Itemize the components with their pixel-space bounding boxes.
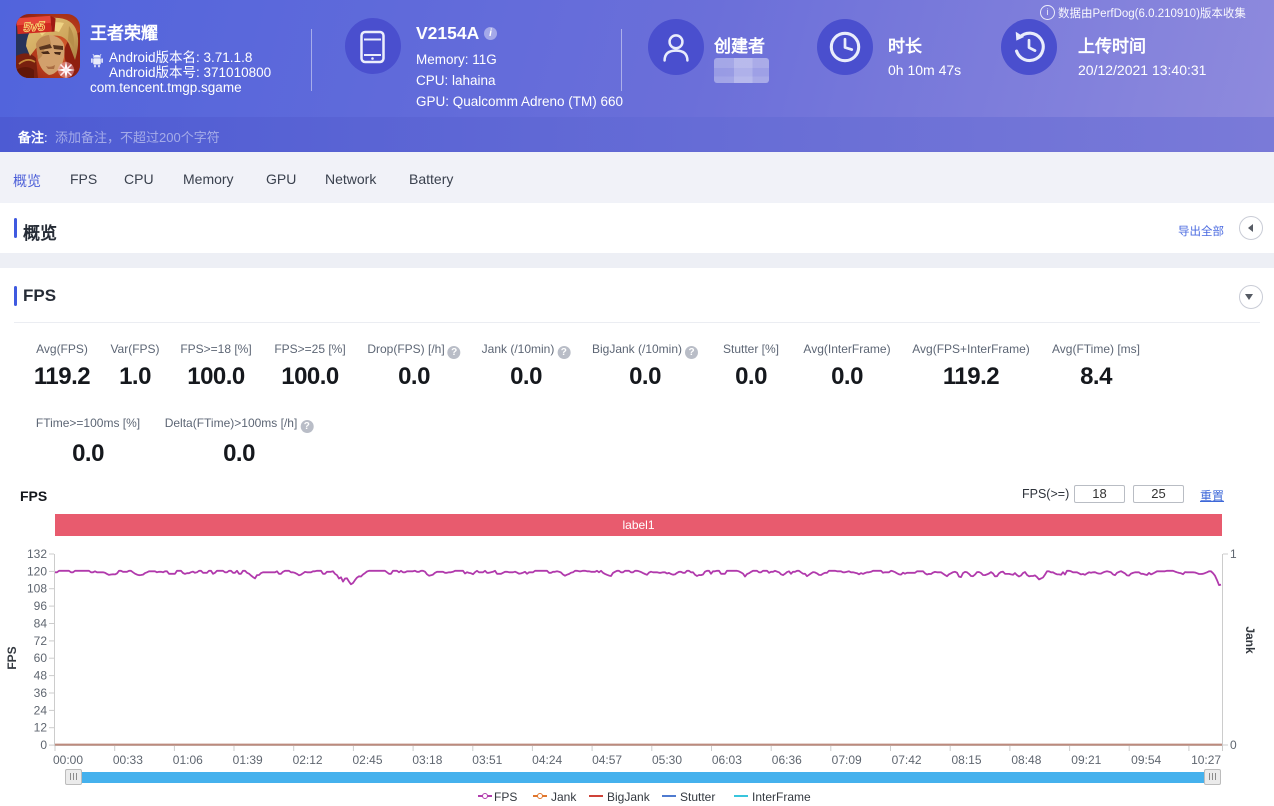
svg-text:09:54: 09:54 — [1131, 753, 1161, 767]
svg-text:04:24: 04:24 — [532, 753, 562, 767]
svg-text:48: 48 — [34, 669, 48, 683]
svg-text:03:18: 03:18 — [412, 753, 442, 767]
svg-text:07:42: 07:42 — [892, 753, 922, 767]
svg-text:08:15: 08:15 — [951, 753, 981, 767]
svg-text:1: 1 — [1230, 547, 1237, 561]
svg-text:72: 72 — [34, 634, 48, 648]
svg-text:FPS: FPS — [5, 646, 19, 669]
svg-text:120: 120 — [27, 564, 47, 578]
svg-text:02:12: 02:12 — [293, 753, 323, 767]
svg-text:84: 84 — [34, 617, 48, 631]
svg-text:01:39: 01:39 — [233, 753, 263, 767]
svg-text:06:03: 06:03 — [712, 753, 742, 767]
svg-text:108: 108 — [27, 582, 47, 596]
svg-text:5v5: 5v5 — [23, 18, 46, 35]
svg-text:05:30: 05:30 — [652, 753, 682, 767]
svg-text:02:45: 02:45 — [352, 753, 382, 767]
svg-text:06:36: 06:36 — [772, 753, 802, 767]
svg-text:60: 60 — [34, 651, 48, 665]
svg-text:01:06: 01:06 — [173, 753, 203, 767]
svg-text:24: 24 — [34, 703, 48, 717]
svg-text:Jank: Jank — [1243, 626, 1257, 654]
svg-text:10:27: 10:27 — [1191, 753, 1221, 767]
svg-text:09:21: 09:21 — [1071, 753, 1101, 767]
svg-text:00:33: 00:33 — [113, 753, 143, 767]
svg-text:12: 12 — [34, 721, 48, 735]
svg-text:00:00: 00:00 — [53, 753, 83, 767]
svg-text:04:57: 04:57 — [592, 753, 622, 767]
svg-text:03:51: 03:51 — [472, 753, 502, 767]
svg-text:96: 96 — [34, 599, 48, 613]
svg-text:36: 36 — [34, 686, 48, 700]
svg-text:0: 0 — [40, 738, 47, 752]
svg-text:0: 0 — [1230, 738, 1237, 752]
svg-text:07:09: 07:09 — [832, 753, 862, 767]
svg-text:132: 132 — [27, 547, 47, 561]
svg-text:08:48: 08:48 — [1011, 753, 1041, 767]
